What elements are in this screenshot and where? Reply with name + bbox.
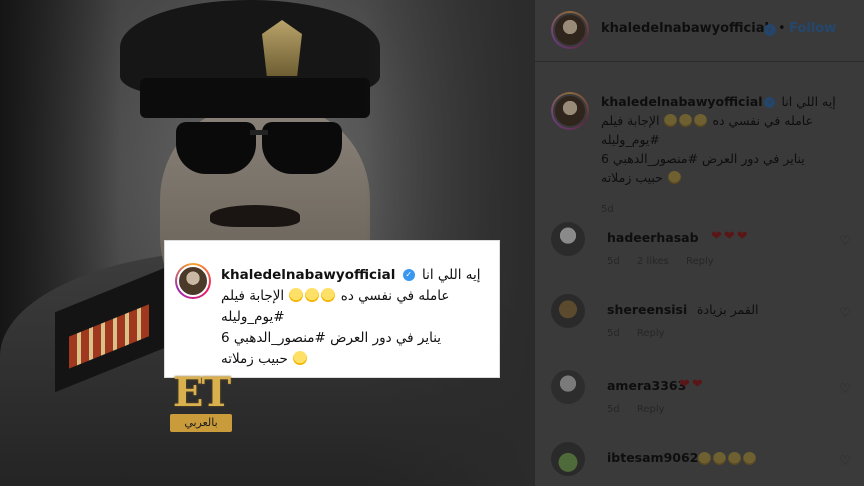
caption-avatar-image: [553, 94, 587, 128]
header-avatar-image: [553, 13, 587, 47]
comment-username[interactable]: shereensisi: [607, 302, 687, 317]
overlay-username: khaledelnabawyofficial: [221, 267, 396, 283]
heart-eyes-emoji-icon: [698, 452, 711, 465]
comment-avatar[interactable]: [551, 294, 585, 328]
comment-avatar[interactable]: [551, 442, 585, 476]
caption-line-2: عامله في نفسي ده: [712, 113, 814, 128]
epaulette-stripes: [69, 304, 149, 369]
sunglasses-bridge: [250, 130, 268, 135]
caption-line: يناير في دور العرض #منصور_الدهبي 6: [601, 149, 857, 168]
comment-avatar[interactable]: [551, 222, 585, 256]
laughing-emoji-icon: [289, 288, 304, 302]
comment-meta: 5d 2 likes Reply: [607, 256, 728, 267]
overlay-line5: حبيب زملاته: [221, 351, 288, 367]
comment-time[interactable]: 5d: [607, 404, 620, 415]
heart-outline-icon[interactable]: ♡: [839, 306, 851, 321]
header-username[interactable]: khaledelnabawyofficial: [601, 21, 769, 36]
laughing-emoji-icon: [664, 114, 678, 127]
laughing-emoji-icon: [293, 351, 308, 365]
heart-eyes-emoji-icon: [697, 448, 757, 467]
sunglasses-right-lens: [262, 122, 342, 174]
verified-badge-icon: ✓: [764, 24, 776, 36]
heart-outline-icon[interactable]: ♡: [839, 454, 851, 469]
heart-eyes-emoji-icon: [728, 452, 741, 465]
comment-meta: 5d Reply: [607, 404, 679, 415]
caption-timestamp[interactable]: 5d: [601, 204, 614, 215]
overlay-line3: #يوم_وليله: [221, 309, 285, 325]
mustache: [210, 205, 300, 227]
verified-badge-icon: ✓: [402, 269, 415, 281]
header-avatar[interactable]: [551, 11, 589, 49]
caption-line-4[interactable]: #يوم_وليله: [601, 132, 660, 147]
caption-line: حبيب زملاته: [601, 168, 857, 187]
caption-line-5: يناير في دور العرض #منصور_الدهبي 6: [601, 151, 805, 166]
post-side-panel: khaledelnabawyofficial ✓ • Follow khaled…: [534, 0, 864, 486]
verified-badge-icon: ✓: [764, 97, 776, 108]
et-bilarabi-logo: ET بالعربي: [166, 370, 236, 436]
logo-subtitle: بالعربي: [170, 414, 232, 432]
comment-item: hadeerhasab ❤❤❤ 5d 2 likes Reply ♡: [551, 222, 857, 272]
post-header: khaledelnabawyofficial ✓ • Follow: [535, 0, 864, 62]
caption-line: #يوم_وليله: [601, 130, 857, 149]
comment-time[interactable]: 5d: [607, 256, 620, 267]
comment-reply-button[interactable]: Reply: [637, 328, 665, 339]
overlay-avatar: [175, 263, 211, 299]
overlay-caption-text: khaledelnabawyofficial ✓ إيه اللي انا عا…: [221, 265, 491, 370]
caption-line-6: حبيب زملاته: [601, 170, 663, 185]
laughing-emoji-icon: [694, 114, 708, 127]
caption-line-3: الإجابة فيلم: [601, 113, 660, 128]
caption-avatar[interactable]: [551, 92, 589, 130]
follow-button[interactable]: Follow: [789, 21, 836, 36]
caption-overlay-card: khaledelnabawyofficial ✓ إيه اللي انا عا…: [164, 240, 500, 378]
laughing-emoji-icon: [321, 288, 336, 302]
comment-text: القمر بزيادة: [697, 302, 759, 317]
comment-username[interactable]: ibtesam9062: [607, 450, 698, 465]
caption-username[interactable]: khaledelnabawyofficial: [601, 94, 762, 109]
comment-reply-button[interactable]: Reply: [686, 256, 714, 267]
overlay-avatar-image: [177, 265, 209, 297]
overlay-caption-line: عامله في نفسي ده الإجابة فيلم: [221, 286, 491, 307]
caption-text: khaledelnabawyofficial ✓ إيه اللي انا عام…: [601, 92, 857, 187]
comment-item: ibtesam9062 ♡: [551, 442, 857, 486]
overlay-line2b: الإجابة فيلم: [221, 288, 285, 304]
heart-outline-icon[interactable]: ♡: [839, 234, 851, 249]
comment-item: amera3363 ❤❤ 5d Reply ♡: [551, 370, 857, 420]
comment-avatar[interactable]: [551, 370, 585, 404]
heart-outline-icon[interactable]: ♡: [839, 382, 851, 397]
laughing-emoji-icon: [679, 114, 693, 127]
comment-username[interactable]: hadeerhasab: [607, 230, 699, 245]
comment-likes[interactable]: 2 likes: [637, 256, 669, 267]
heart-emoji-icon: ❤❤❤: [711, 229, 750, 244]
overlay-caption-line: khaledelnabawyofficial ✓ إيه اللي انا: [221, 265, 491, 286]
comment-item: shereensisi القمر بزيادة 5d Reply ♡: [551, 294, 857, 344]
comment-username[interactable]: amera3363: [607, 378, 686, 393]
caption-line: عامله في نفسي ده الإجابة فيلم: [601, 111, 857, 130]
heart-eyes-emoji-icon: [743, 452, 756, 465]
overlay-line1: إيه اللي انا: [422, 267, 481, 283]
overlay-line2: عامله في نفسي ده: [340, 288, 450, 304]
caption-line: khaledelnabawyofficial ✓ إيه اللي انا: [601, 92, 857, 111]
logo-letters: ET: [172, 369, 231, 416]
laughing-emoji-icon: [305, 288, 320, 302]
header-separator: •: [778, 21, 786, 36]
comment-time[interactable]: 5d: [607, 328, 620, 339]
overlay-caption-line: يناير في دور العرض #منصور_الدهبي 6: [221, 328, 491, 349]
overlay-line4: يناير في دور العرض #منصور_الدهبي 6: [221, 330, 442, 346]
overlay-caption-line: #يوم_وليله: [221, 307, 491, 328]
caption-line-1: إيه اللي انا: [781, 94, 836, 109]
comment-meta: 5d Reply: [607, 328, 679, 339]
laughing-emoji-icon: [667, 171, 681, 184]
sunglasses-left-lens: [176, 122, 256, 174]
cap-band: [140, 78, 370, 118]
heart-eyes-emoji-icon: [713, 452, 726, 465]
overlay-caption-line: حبيب زملاته: [221, 349, 491, 370]
comment-reply-button[interactable]: Reply: [637, 404, 665, 415]
heart-emoji-icon: ❤❤: [679, 377, 705, 392]
